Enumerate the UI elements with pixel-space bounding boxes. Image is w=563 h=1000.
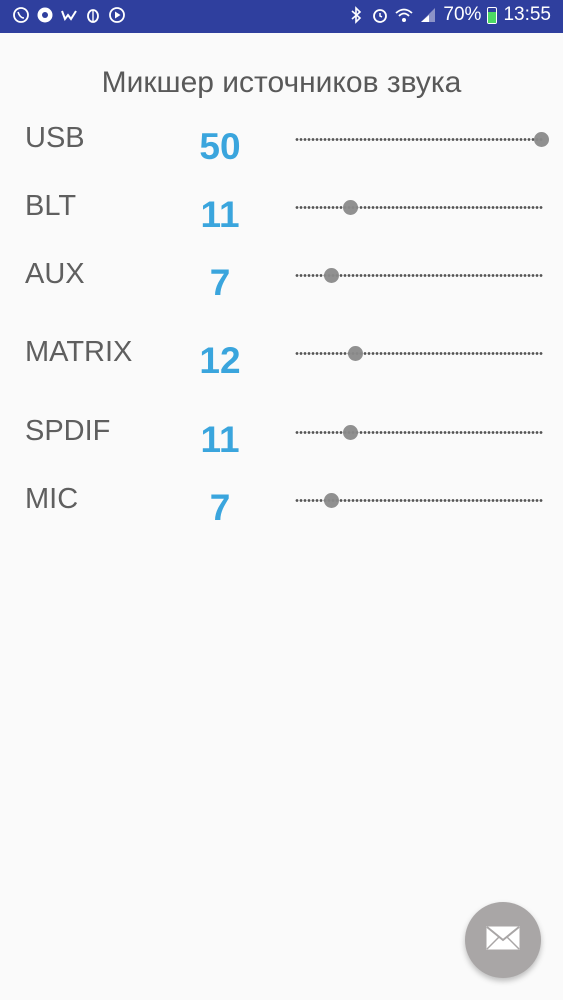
channel-row-aux: AUX 7 — [0, 258, 563, 318]
page-title: Микшер источников звука — [101, 66, 462, 99]
slider-thumb[interactable] — [343, 200, 359, 215]
slider-track — [295, 206, 543, 209]
play-icon — [108, 6, 126, 24]
volume-slider[interactable] — [295, 196, 543, 220]
channel-value: 50 — [199, 126, 241, 167]
channel-value: 12 — [199, 340, 241, 381]
wifi-icon — [395, 6, 414, 24]
slider-thumb[interactable] — [323, 493, 339, 508]
channel-label: SPDIF — [25, 415, 111, 447]
slider-thumb[interactable] — [348, 346, 364, 361]
channel-label: BLT — [25, 190, 77, 222]
alarm-icon — [371, 6, 389, 24]
system-icons: 70% 13:55 — [347, 4, 551, 26]
channel-row-spdif: SPDIF 11 — [0, 415, 563, 475]
channel-row-usb: USB 50 — [0, 122, 563, 182]
send-mail-button[interactable] — [465, 902, 541, 978]
battery-percent: 70% — [443, 4, 482, 25]
bluetooth-icon — [347, 6, 365, 24]
volume-slider[interactable] — [295, 264, 543, 288]
viber-icon — [12, 6, 30, 24]
slider-track — [295, 431, 543, 434]
channel-label: USB — [25, 122, 85, 154]
slider-thumb[interactable] — [533, 132, 549, 147]
slider-thumb[interactable] — [323, 268, 339, 283]
volume-slider[interactable] — [295, 128, 549, 152]
vk-icon — [60, 6, 78, 24]
clock: 13:55 — [503, 4, 551, 25]
channel-label: AUX — [25, 258, 85, 290]
slider-track — [295, 352, 543, 355]
channel-label: MATRIX — [25, 336, 133, 368]
channel-value: 11 — [200, 194, 240, 235]
signal-icon — [419, 6, 437, 24]
channel-row-matrix: MATRIX 12 — [0, 336, 563, 396]
status-bar: 70% 13:55 — [0, 0, 563, 33]
channel-value: 7 — [209, 487, 231, 528]
channel-value: 7 — [209, 262, 231, 303]
channel-row-mic: MIC 7 — [0, 483, 563, 543]
battery-icon — [487, 6, 498, 24]
channel-row-blt: BLT 11 — [0, 190, 563, 250]
slider-thumb[interactable] — [343, 425, 359, 440]
slider-track — [295, 138, 543, 141]
channel-value: 11 — [200, 419, 240, 460]
channel-label: MIC — [25, 483, 79, 515]
volume-slider[interactable] — [295, 342, 543, 366]
notification-icons — [12, 6, 126, 24]
mail-icon — [486, 925, 520, 955]
volume-slider[interactable] — [295, 421, 543, 445]
chrome-icon — [36, 6, 54, 24]
bug-icon — [84, 6, 102, 24]
volume-slider[interactable] — [295, 489, 543, 513]
